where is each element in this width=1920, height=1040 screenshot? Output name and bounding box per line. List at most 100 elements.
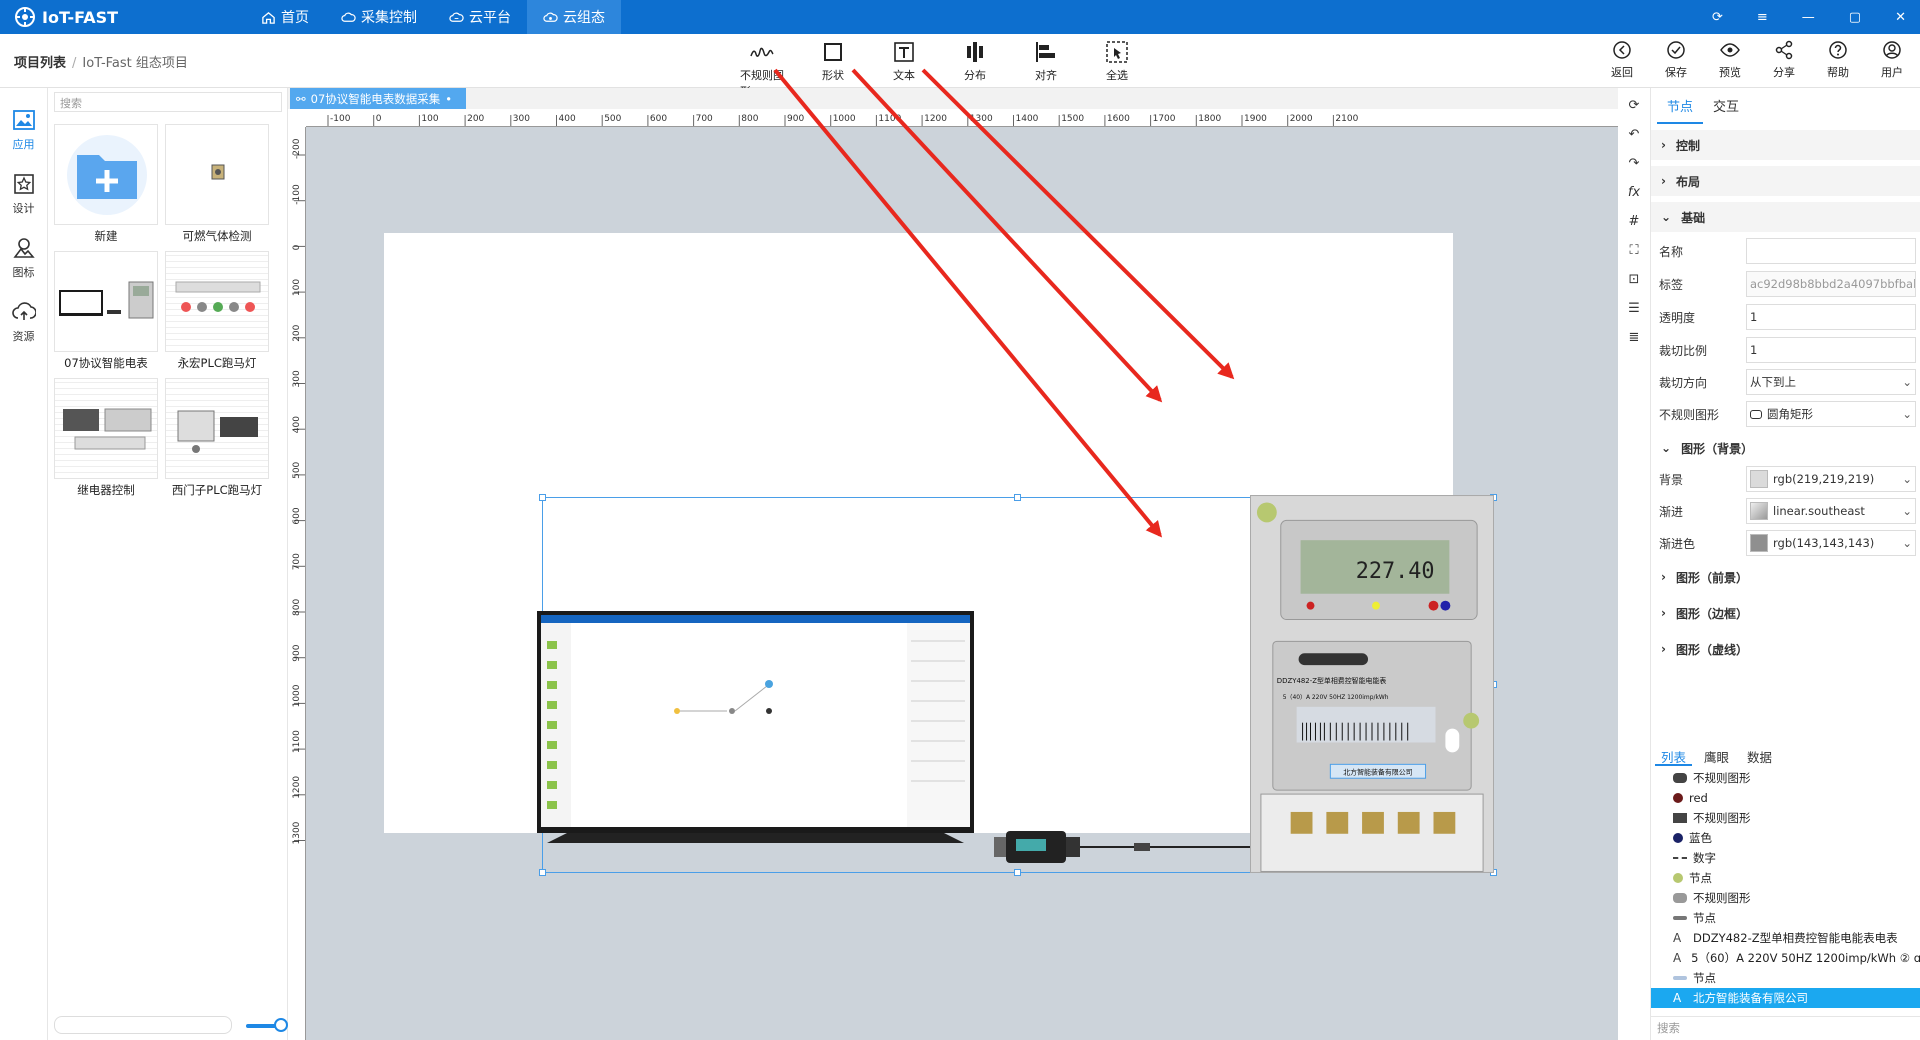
canvas-tab-label: 07协议智能电表数据采集 <box>310 91 441 106</box>
layer-item[interactable]: 节点 <box>1651 908 1920 928</box>
leftnav-icons[interactable]: 图标 <box>0 236 47 280</box>
section-fg[interactable]: › 图形（前景） <box>1651 562 1920 592</box>
section-title: 图形（前景） <box>1675 570 1748 585</box>
section-basic[interactable]: ⌄ 基础 <box>1651 202 1920 232</box>
nav-home[interactable]: 首页 <box>245 0 325 34</box>
canvas-area[interactable]: ⚯ 07协议智能电表数据采集 • -100 0 100 200 300 400 500 600… <box>288 88 1618 1040</box>
template-grid: 新建 可燃气体检测 07协议智能电表 永宏PLC跑马灯 继电器控制 西门子PLC… <box>54 124 269 501</box>
field-gradient: 渐进 linear.southeast ⌄ <box>1659 498 1920 524</box>
layer-item[interactable]: 蓝色 <box>1651 828 1920 848</box>
toolbar: 项目列表/IoT-Fast 组态项目 不规则图形 形状 文本 分布 对齐 全选 … <box>0 34 1920 98</box>
leftnav-resources[interactable]: 资源 <box>0 300 47 344</box>
selection-handle[interactable] <box>539 869 546 876</box>
nav-cloud-platform[interactable]: 云平台 <box>433 0 527 34</box>
field-label: 透明度 <box>1659 310 1696 325</box>
menu-icon[interactable]: ≡ <box>1757 10 1768 25</box>
ruler-label: 100 <box>292 279 302 296</box>
template-card-relay[interactable]: 继电器控制 <box>54 378 158 501</box>
layers-icon[interactable]: ☰ <box>1625 299 1643 317</box>
template-card-plc2[interactable]: 西门子PLC跑马灯 <box>165 378 269 501</box>
minimize-icon[interactable]: — <box>1802 10 1815 25</box>
clip-direction-select[interactable]: 从下到上 ⌄ <box>1746 369 1916 395</box>
field-label: 渐进色 <box>1659 536 1696 551</box>
layer-item[interactable]: A 5（60）A 220V 50HZ 1200imp/kWh ② ɑ <box>1651 948 1920 968</box>
layer-item[interactable]: red <box>1651 788 1920 808</box>
app-logo[interactable]: IoT-FAST <box>14 6 118 28</box>
image-icon <box>12 110 35 130</box>
refresh-icon[interactable]: ⟳ <box>1712 10 1723 25</box>
close-icon[interactable]: ✕ <box>1895 10 1906 25</box>
back-button[interactable]: 返回 <box>1606 40 1638 80</box>
tab-eagle-eye[interactable]: 鹰眼 <box>1698 744 1735 766</box>
rotate-icon[interactable]: ⟳ <box>1625 96 1643 114</box>
section-border[interactable]: › 图形（边框） <box>1651 598 1920 628</box>
gradient-select[interactable]: linear.southeast ⌄ <box>1746 498 1916 524</box>
layer-item[interactable]: 数字 <box>1651 848 1920 868</box>
section-control[interactable]: › 控制 <box>1651 130 1920 160</box>
layer-item[interactable]: 节点 <box>1651 968 1920 988</box>
tab-interaction[interactable]: 交互 <box>1703 88 1749 124</box>
electric-meter-image[interactable]: 227.40 DDZY482-Z型单相费控智能电能表 5（40）A 220V 5… <box>1250 495 1494 873</box>
cloud-icon <box>449 12 464 22</box>
irregular-select[interactable]: 圆角矩形 ⌄ <box>1746 401 1916 427</box>
bg-color-select[interactable]: rgb(219,219,219) ⌄ <box>1746 466 1916 492</box>
tag-input[interactable]: ac92d98b8bbd2a4097bbfbab <box>1746 271 1916 297</box>
function-icon[interactable]: fx <box>1625 183 1643 201</box>
breadcrumb-current: IoT-Fast 组态项目 <box>82 56 188 71</box>
template-card-gas[interactable]: 可燃气体检测 <box>165 124 269 247</box>
monitor-image[interactable] <box>537 611 974 843</box>
name-input[interactable] <box>1746 238 1916 264</box>
help-button[interactable]: 帮助 <box>1822 40 1854 80</box>
siemens-project-icon <box>177 410 258 453</box>
gradient-color-select[interactable]: rgb(143,143,143) ⌄ <box>1746 530 1916 556</box>
tab-list[interactable]: 列表 <box>1655 744 1693 766</box>
zoom-slider-knob[interactable] <box>274 1018 288 1032</box>
tab-data[interactable]: 数据 <box>1741 744 1778 766</box>
layer-item[interactable]: A DDZY482-Z型单相费控智能电能表电表 <box>1651 928 1920 948</box>
user-button[interactable]: 用户 <box>1876 40 1908 80</box>
layer-item[interactable]: A 北方智能装备有限公司 <box>1651 988 1920 1008</box>
palette-search-input[interactable]: 搜索 <box>54 92 282 112</box>
field-label: 背景 <box>1659 472 1684 487</box>
layer-item[interactable]: 不规则图形 <box>1651 888 1920 908</box>
section-dash[interactable]: › 图形（虚线） <box>1651 634 1920 664</box>
template-card-new[interactable]: 新建 <box>54 124 158 247</box>
layer-search-input[interactable]: 搜索 <box>1651 1016 1920 1038</box>
nav-cloud-config[interactable]: 云组态 <box>527 0 621 34</box>
breadcrumb-root[interactable]: 项目列表 <box>14 56 66 71</box>
section-bg[interactable]: ⌄ 图形（背景） <box>1651 433 1920 463</box>
template-card-meter[interactable]: 07协议智能电表 <box>54 251 158 374</box>
preview-button[interactable]: 预览 <box>1714 40 1746 80</box>
leftnav-design[interactable]: 设计 <box>0 172 47 216</box>
leftnav-label: 应用 <box>12 138 35 151</box>
tab-node[interactable]: 节点 <box>1657 88 1704 124</box>
fit-icon[interactable]: ⛶ <box>1625 241 1643 259</box>
maximize-icon[interactable]: ▢ <box>1849 10 1861 25</box>
diagram-page[interactable]: 227.40 DDZY482-Z型单相费控智能电能表 5（40）A 220V 5… <box>384 233 1497 876</box>
layer-list: 不规则图形 red 不规则图形 蓝色 数字 节点 不规则图形 节点 A DDZY482-Z型单相费… <box>1651 768 1920 1008</box>
nav-collect[interactable]: 采集控制 <box>325 0 433 34</box>
leftnav-app[interactable]: 应用 <box>0 108 47 152</box>
dot-icon <box>1673 833 1683 843</box>
selection-handle[interactable] <box>539 494 546 501</box>
save-button[interactable]: 保存 <box>1660 40 1692 80</box>
field-opacity: 透明度 1 <box>1659 304 1920 330</box>
undo-icon[interactable]: ↶ <box>1625 125 1643 143</box>
canvas-tab[interactable]: ⚯ 07协议智能电表数据采集 • <box>290 88 466 109</box>
layer-item[interactable]: 不规则图形 <box>1651 808 1920 828</box>
zoom-fit-icon[interactable]: ⊡ <box>1625 270 1643 288</box>
chevron-down-icon: ⌄ <box>1902 472 1912 486</box>
layer-item[interactable]: 节点 <box>1651 868 1920 888</box>
list-icon[interactable]: ≣ <box>1625 328 1643 346</box>
section-layout[interactable]: › 布局 <box>1651 166 1920 196</box>
rtool-label: 帮助 <box>1827 66 1849 79</box>
layer-item[interactable]: 不规则图形 <box>1651 768 1920 788</box>
opacity-input[interactable]: 1 <box>1746 304 1916 330</box>
template-card-plc1[interactable]: 永宏PLC跑马灯 <box>165 251 269 374</box>
grid-icon[interactable]: # <box>1625 212 1643 230</box>
share-button[interactable]: 分享 <box>1768 40 1800 80</box>
selection-handle[interactable] <box>1014 494 1021 501</box>
redo-icon[interactable]: ↷ <box>1625 154 1643 172</box>
clip-ratio-input[interactable]: 1 <box>1746 337 1916 363</box>
palette-footer-input[interactable] <box>54 1016 232 1034</box>
